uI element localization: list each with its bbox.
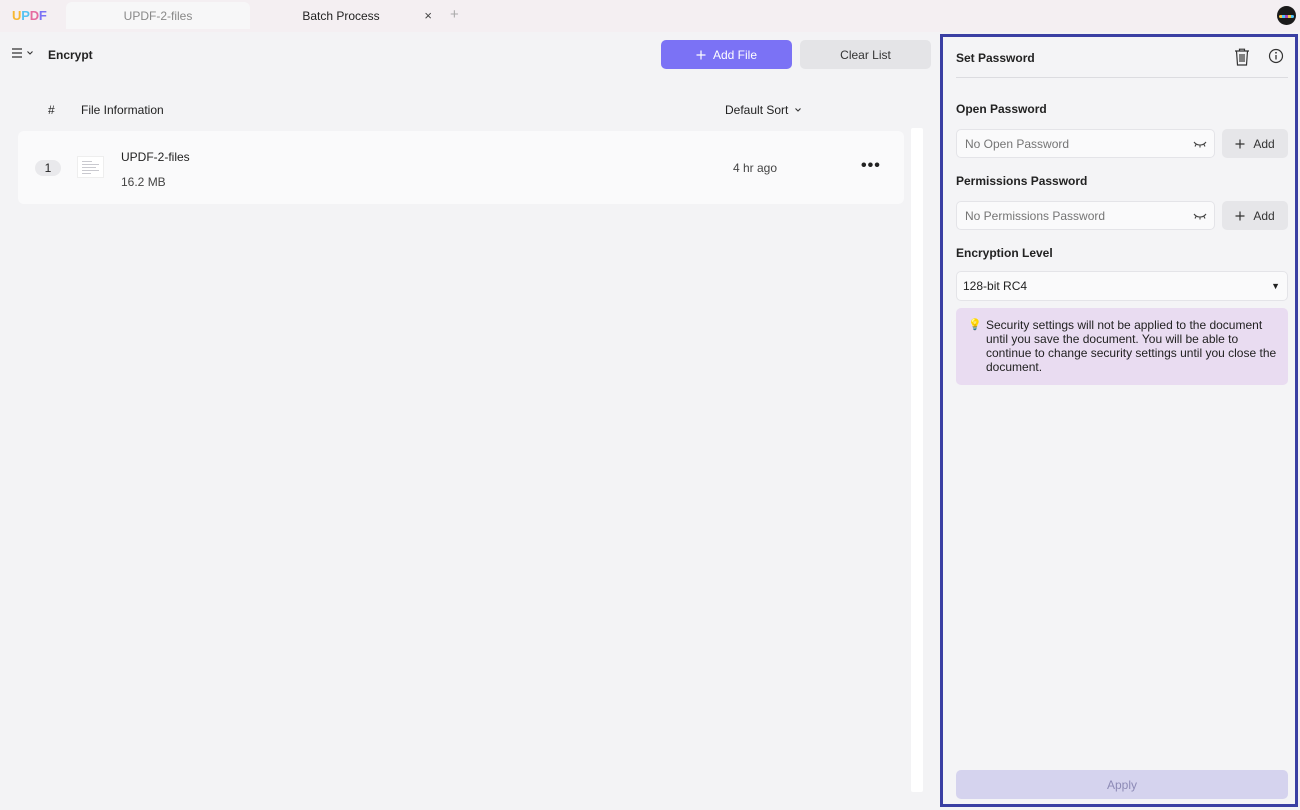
chevron-down-icon	[27, 51, 33, 55]
chevron-down-icon	[795, 108, 802, 112]
file-name: UPDF-2-files	[121, 150, 190, 164]
open-password-input[interactable]	[956, 129, 1215, 158]
table-row[interactable]: 1 UPDF-2-files 16.2 MB 4 hr ago •••	[18, 131, 904, 204]
encryption-level-label: Encryption Level	[956, 246, 1053, 260]
plus-icon	[696, 50, 706, 59]
column-header-file-information: File Information	[81, 103, 164, 117]
set-password-panel: Set Password Open Password Add Permissio…	[940, 34, 1298, 807]
encryption-level-value: 128-bit RC4	[963, 279, 1028, 293]
open-password-label: Open Password	[956, 102, 1047, 116]
close-icon[interactable]: ×	[424, 8, 432, 23]
add-label: Add	[1253, 136, 1275, 151]
plus-icon	[1235, 139, 1245, 148]
add-file-button[interactable]: Add File	[661, 40, 792, 69]
eye-closed-icon[interactable]	[1193, 140, 1207, 148]
info-icon[interactable]	[1268, 48, 1284, 64]
security-note-text: Security settings will not be applied to…	[986, 318, 1277, 374]
more-options-icon[interactable]: •••	[861, 157, 881, 175]
apply-button[interactable]: Apply	[956, 770, 1288, 799]
hamburger-icon	[12, 48, 22, 58]
tab-label: UPDF-2-files	[123, 8, 193, 23]
add-tab-icon[interactable]: +	[450, 6, 459, 23]
tab-batch-process[interactable]: Batch Process ×	[252, 2, 440, 29]
updf-logo: UPDF	[12, 8, 47, 23]
tab-label: Batch Process	[302, 8, 380, 23]
title-bar: UPDF UPDF-2-files Batch Process × +	[0, 0, 1300, 32]
add-label: Add	[1253, 208, 1275, 223]
file-thumbnail	[77, 156, 104, 178]
clear-list-button[interactable]: Clear List	[800, 40, 931, 69]
eye-closed-icon[interactable]	[1193, 212, 1207, 220]
divider	[956, 77, 1288, 78]
encryption-level-select[interactable]: 128-bit RC4 ▼	[956, 271, 1288, 301]
scrollbar[interactable]	[911, 128, 923, 792]
file-size: 16.2 MB	[121, 175, 166, 189]
permissions-password-label: Permissions Password	[956, 174, 1088, 188]
column-header-number: #	[48, 103, 55, 117]
panel-title: Set Password	[956, 51, 1035, 65]
permissions-password-input[interactable]	[956, 201, 1215, 230]
sort-label: Default Sort	[725, 103, 789, 117]
avatar[interactable]	[1277, 6, 1296, 25]
row-number: 1	[35, 160, 61, 176]
page-title: Encrypt	[48, 48, 93, 62]
trash-icon[interactable]	[1233, 47, 1251, 67]
security-note: 💡 Security settings will not be applied …	[956, 308, 1288, 385]
add-permissions-password-button[interactable]: Add	[1222, 201, 1288, 230]
apply-label: Apply	[1106, 777, 1138, 792]
caret-down-icon: ▼	[1271, 281, 1280, 291]
clear-list-label: Clear List	[840, 47, 891, 62]
menu-button[interactable]	[11, 47, 34, 59]
add-open-password-button[interactable]: Add	[1222, 129, 1288, 158]
plus-icon	[1235, 211, 1245, 220]
file-timestamp: 4 hr ago	[733, 161, 778, 175]
add-file-label: Add File	[712, 47, 758, 62]
tab-updf-2-files[interactable]: UPDF-2-files	[66, 2, 250, 29]
sort-dropdown[interactable]: Default Sort	[725, 103, 802, 117]
lightbulb-icon: 💡	[968, 319, 982, 331]
